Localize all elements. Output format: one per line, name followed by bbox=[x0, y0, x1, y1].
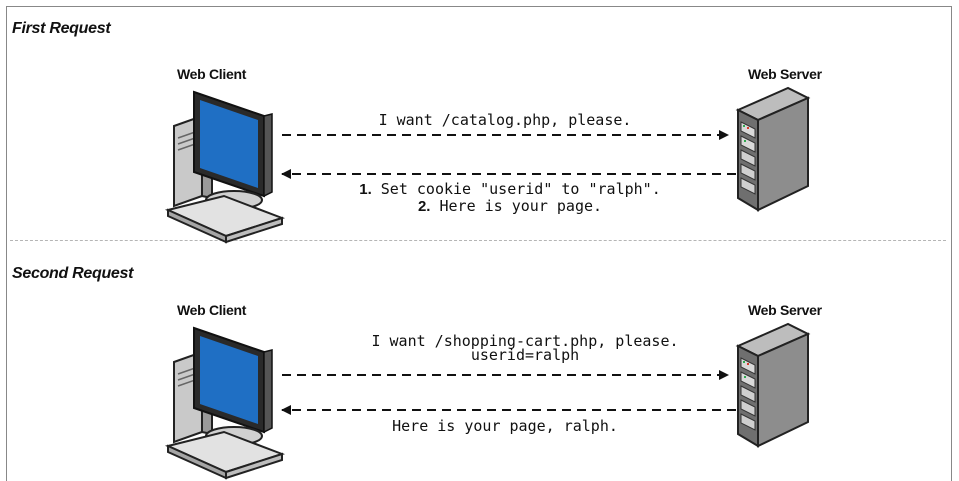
desktop-computer-icon bbox=[167, 91, 283, 243]
server-tower-icon bbox=[737, 87, 809, 211]
diagram-canvas: First Request Web Client Web Server I wa… bbox=[0, 0, 959, 481]
desktop-computer-icon bbox=[167, 327, 283, 479]
diagram-graphics bbox=[167, 87, 809, 479]
server-tower-icon bbox=[737, 323, 809, 447]
